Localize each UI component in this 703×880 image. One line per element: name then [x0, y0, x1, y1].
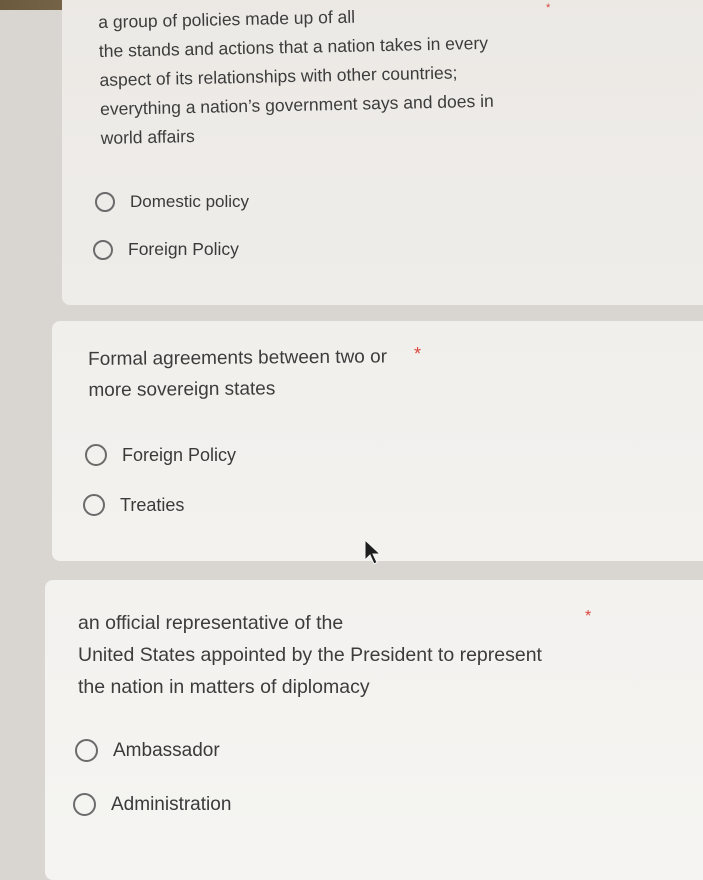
question-3-line: United States appointed by the President… — [78, 644, 542, 666]
required-asterisk: * — [546, 2, 551, 14]
required-asterisk: * — [585, 608, 592, 625]
option-ambassador[interactable]: Ambassador — [75, 739, 220, 762]
radio-button[interactable] — [95, 192, 115, 212]
required-asterisk: * — [414, 344, 422, 364]
option-label: Ambassador — [113, 739, 220, 761]
option-domestic-policy[interactable]: Domestic policy — [95, 192, 249, 212]
question-3-text: an official representative of the United… — [78, 607, 542, 703]
option-label: Foreign Policy — [128, 239, 239, 259]
option-foreign-policy[interactable]: Foreign Policy — [85, 444, 236, 466]
option-administration[interactable]: Administration — [73, 793, 231, 816]
question-3-line: an official representative of the — [78, 612, 344, 634]
radio-button[interactable] — [93, 239, 113, 260]
question-2-line: more sovereign states — [88, 378, 276, 401]
question-3-line: the nation in matters of diplomacy — [78, 676, 370, 698]
option-label: Foreign Policy — [122, 444, 237, 465]
option-label: Treaties — [120, 494, 185, 515]
radio-button[interactable] — [83, 494, 105, 516]
option-label: Domestic policy — [130, 192, 250, 211]
option-treaties[interactable]: Treaties — [83, 494, 184, 516]
question-2-text: Formal agreements between two or more so… — [88, 341, 387, 406]
question-2-line: Formal agreements between two or — [88, 346, 388, 370]
option-label: Administration — [111, 793, 232, 815]
radio-button[interactable] — [75, 739, 98, 762]
radio-button[interactable] — [73, 793, 96, 816]
mouse-pointer-icon — [364, 538, 382, 565]
option-foreign-policy[interactable]: Foreign Policy — [93, 239, 239, 260]
question-1-text: a group of policies made up of all the s… — [98, 0, 495, 153]
radio-button[interactable] — [85, 444, 107, 466]
